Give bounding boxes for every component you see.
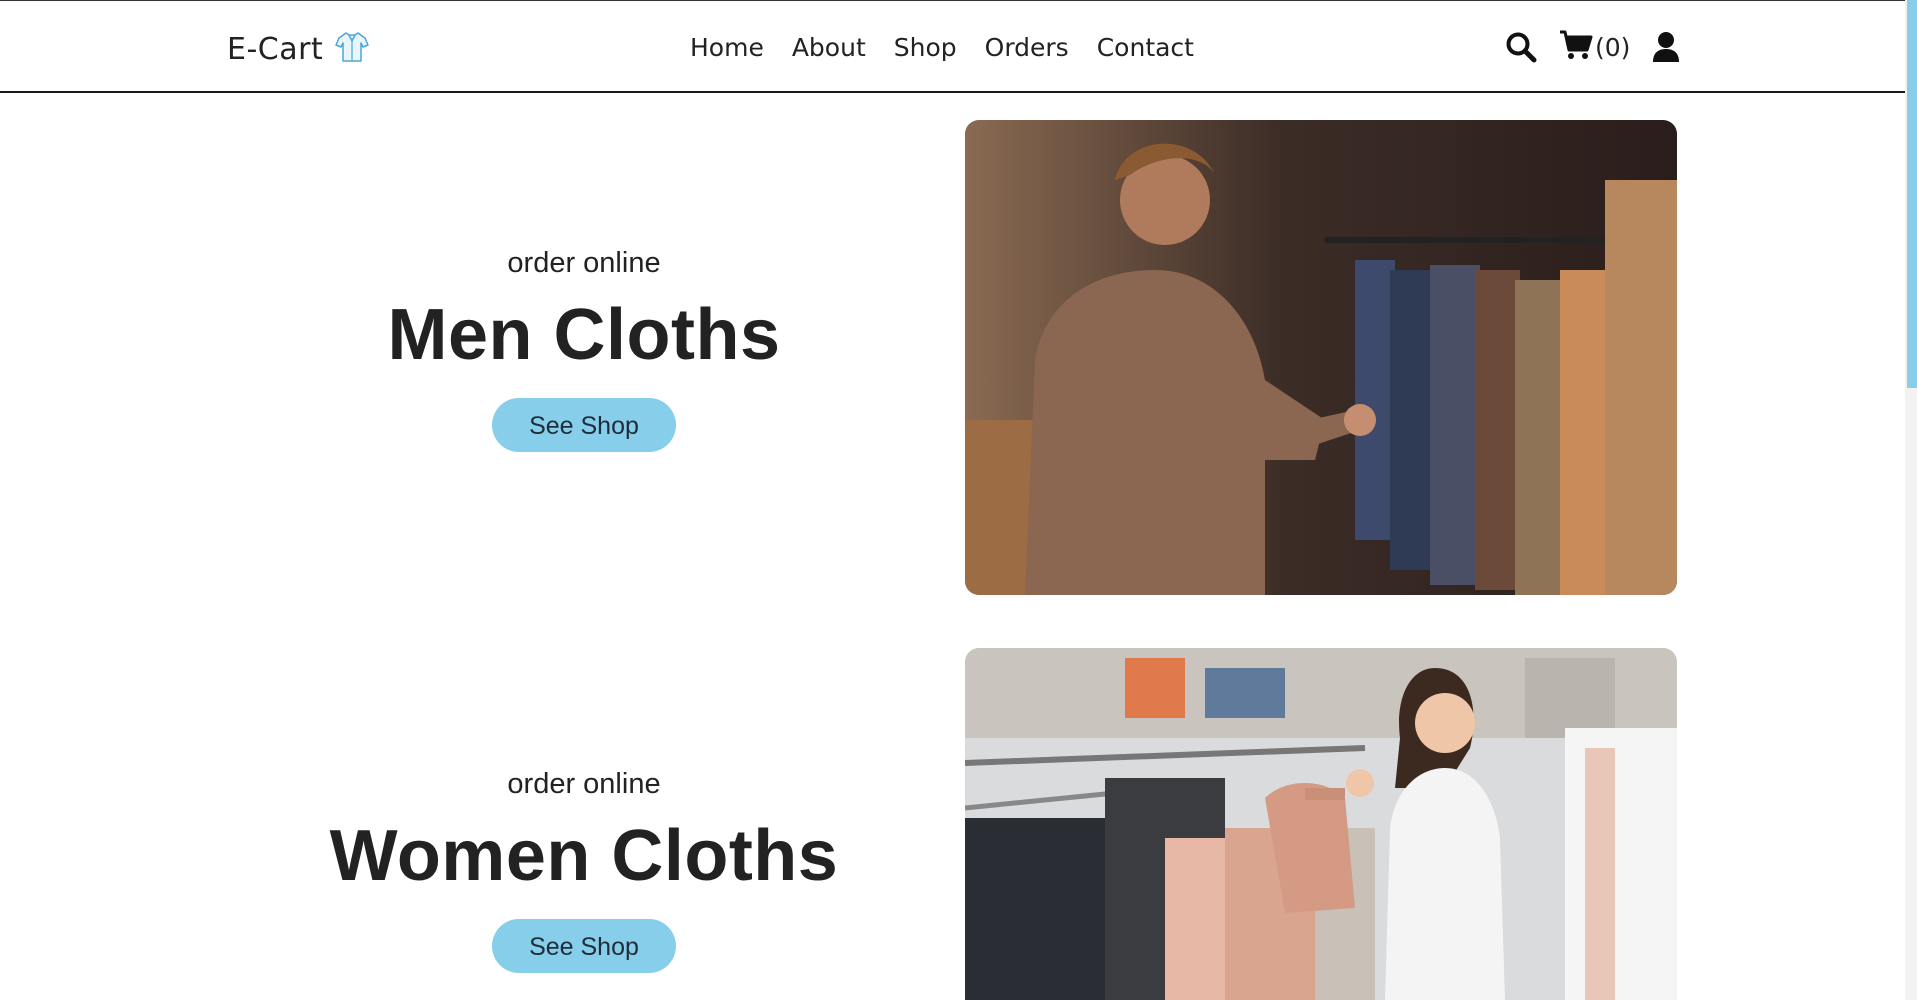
scrollbar-thumb[interactable]	[1907, 0, 1917, 388]
hero-women-text: order online Women Cloths See Shop	[260, 768, 908, 973]
eyebrow-text: order online	[507, 247, 661, 279]
brand-name: E-Cart	[227, 31, 324, 67]
see-shop-button[interactable]: See Shop	[492, 919, 676, 973]
search-icon[interactable]	[1505, 31, 1537, 63]
shirt-icon	[335, 31, 369, 67]
eyebrow-text: order online	[507, 768, 661, 800]
brand-logo[interactable]: E-Cart	[227, 31, 369, 67]
main-nav: Home About Shop Orders Contact	[690, 33, 1194, 62]
cart-icon	[1559, 29, 1593, 65]
cart-button[interactable]: (0)	[1559, 29, 1630, 65]
nav-about[interactable]: About	[792, 33, 866, 62]
page-scrollbar[interactable]	[1905, 0, 1917, 1000]
nav-home[interactable]: Home	[690, 33, 764, 62]
site-header: E-Cart Home About Shop Orders Contact (0…	[0, 1, 1905, 93]
women-clothing-photo	[965, 648, 1677, 1000]
nav-contact[interactable]: Contact	[1097, 33, 1194, 62]
men-clothing-photo	[965, 120, 1677, 595]
nav-orders[interactable]: Orders	[985, 33, 1069, 62]
cart-count: (0)	[1595, 32, 1631, 62]
user-icon[interactable]	[1652, 31, 1680, 63]
header-actions: (0)	[1505, 29, 1680, 65]
section-headline: Women Cloths	[329, 816, 839, 896]
nav-shop[interactable]: Shop	[894, 33, 957, 62]
section-headline: Men Cloths	[387, 295, 781, 375]
hero-men-text: order online Men Cloths See Shop	[260, 247, 908, 452]
see-shop-button[interactable]: See Shop	[492, 398, 676, 452]
